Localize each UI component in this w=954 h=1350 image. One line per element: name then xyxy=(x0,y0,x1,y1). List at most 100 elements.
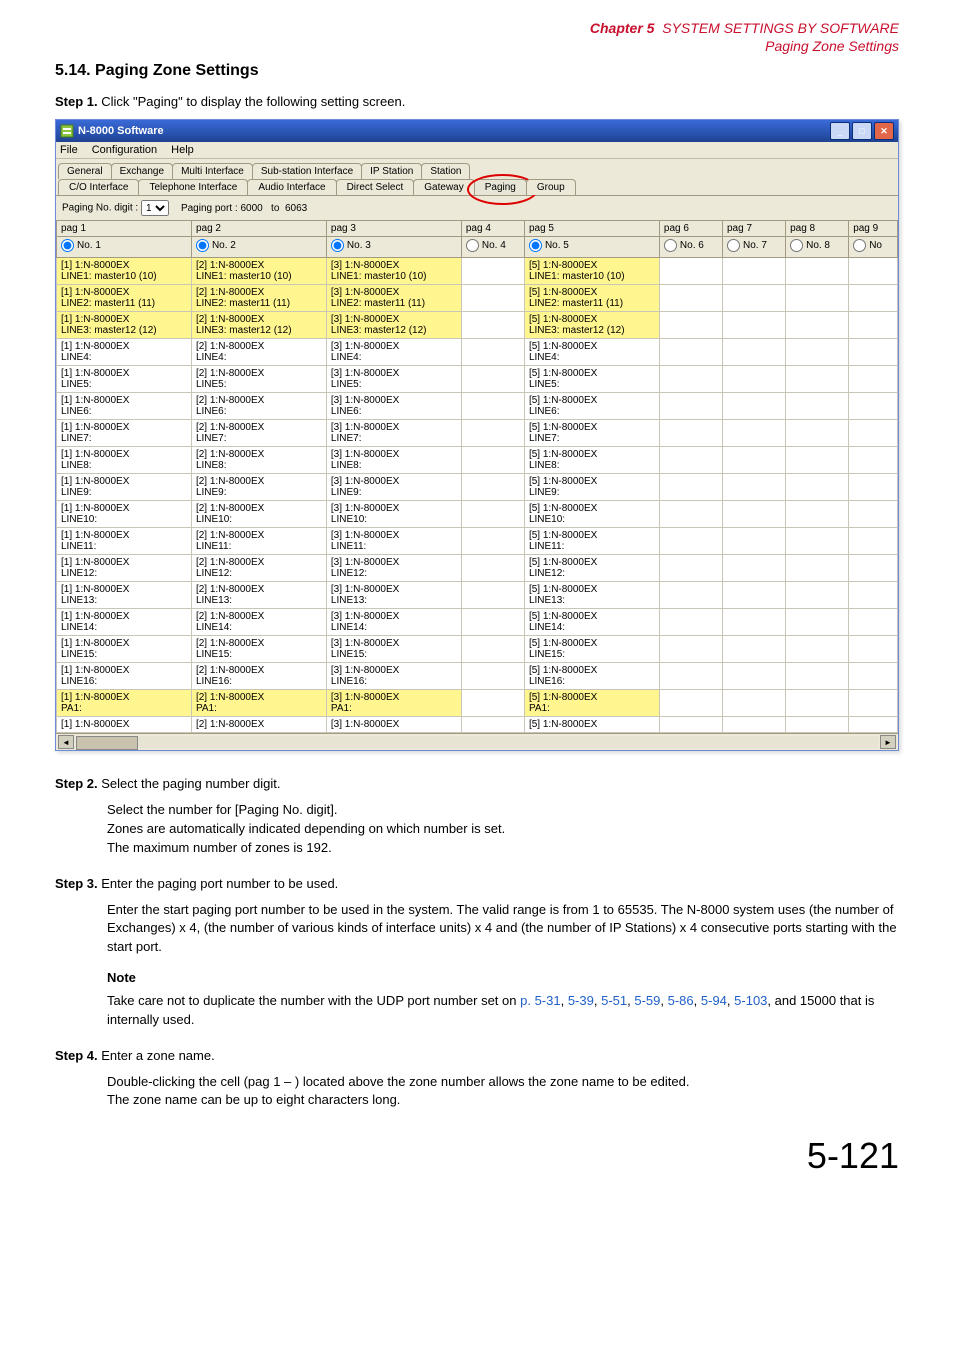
grid-cell[interactable]: [1] 1:N-8000EXLINE4: xyxy=(57,339,192,366)
grid-cell[interactable] xyxy=(786,528,849,555)
zone-radio-7[interactable] xyxy=(727,239,740,252)
grid-cell[interactable]: [5] 1:N-8000EXLINE13: xyxy=(524,582,659,609)
grid-cell[interactable]: [2] 1:N-8000EXLINE2: master11 (11) xyxy=(191,285,326,312)
grid-cell[interactable]: [5] 1:N-8000EXPA1: xyxy=(524,690,659,717)
grid-cell[interactable] xyxy=(461,528,524,555)
grid-cell[interactable] xyxy=(786,501,849,528)
grid-cell[interactable] xyxy=(461,501,524,528)
grid-cell[interactable] xyxy=(786,582,849,609)
grid-cell[interactable] xyxy=(786,258,849,285)
grid-cell[interactable] xyxy=(849,312,898,339)
grid-cell[interactable] xyxy=(849,528,898,555)
menu-help[interactable]: Help xyxy=(171,144,194,156)
grid-cell[interactable]: [2] 1:N-8000EXLINE16: xyxy=(191,663,326,690)
grid-cell[interactable] xyxy=(786,312,849,339)
grid-cell[interactable]: [2] 1:N-8000EXLINE9: xyxy=(191,474,326,501)
grid-cell[interactable]: [3] 1:N-8000EXLINE2: master11 (11) xyxy=(326,285,461,312)
grid-cell[interactable]: [3] 1:N-8000EXLINE15: xyxy=(326,636,461,663)
tab-telephone-interface[interactable]: Telephone Interface xyxy=(138,179,248,195)
grid-cell[interactable] xyxy=(786,663,849,690)
grid-cell[interactable]: [3] 1:N-8000EXLINE3: master12 (12) xyxy=(326,312,461,339)
zone-radio-8[interactable] xyxy=(790,239,803,252)
grid-cell[interactable] xyxy=(849,555,898,582)
link-p539[interactable]: 5-39 xyxy=(568,993,594,1008)
grid-cell[interactable]: [3] 1:N-8000EXLINE5: xyxy=(326,366,461,393)
grid-cell[interactable] xyxy=(461,312,524,339)
grid-cell[interactable]: [5] 1:N-8000EXLINE4: xyxy=(524,339,659,366)
tab-substation-interface[interactable]: Sub-station Interface xyxy=(252,163,362,179)
grid-cell[interactable] xyxy=(723,285,786,312)
window-minimize-button[interactable]: _ xyxy=(830,122,850,140)
grid-cell[interactable]: [5] 1:N-8000EXLINE1: master10 (10) xyxy=(524,258,659,285)
grid-cell[interactable] xyxy=(659,582,722,609)
scroll-thumb[interactable] xyxy=(76,736,138,750)
grid-cell[interactable]: [1] 1:N-8000EXLINE6: xyxy=(57,393,192,420)
grid-cell[interactable]: [1] 1:N-8000EXLINE10: xyxy=(57,501,192,528)
grid-cell[interactable] xyxy=(849,474,898,501)
grid-cell[interactable]: [2] 1:N-8000EXLINE5: xyxy=(191,366,326,393)
window-close-button[interactable]: ✕ xyxy=(874,122,894,140)
tab-multi-interface[interactable]: Multi Interface xyxy=(172,163,253,179)
grid-cell[interactable]: [3] 1:N-8000EXLINE12: xyxy=(326,555,461,582)
grid-cell[interactable] xyxy=(659,717,722,733)
tab-co-interface[interactable]: C/O Interface xyxy=(58,179,139,195)
zone-radio-4[interactable] xyxy=(466,239,479,252)
grid-cell[interactable] xyxy=(723,312,786,339)
grid-cell[interactable] xyxy=(659,420,722,447)
grid-cell[interactable] xyxy=(723,501,786,528)
grid-cell[interactable]: [5] 1:N-8000EXLINE9: xyxy=(524,474,659,501)
grid-cell[interactable] xyxy=(659,285,722,312)
menu-configuration[interactable]: Configuration xyxy=(92,144,157,156)
grid-cell[interactable] xyxy=(723,528,786,555)
grid-cell[interactable]: [1] 1:N-8000EXLINE8: xyxy=(57,447,192,474)
link-p5103[interactable]: 5-103 xyxy=(734,993,767,1008)
grid-cell[interactable]: [2] 1:N-8000EXLINE4: xyxy=(191,339,326,366)
grid-cell[interactable]: [1] 1:N-8000EXLINE3: master12 (12) xyxy=(57,312,192,339)
grid-cell[interactable]: [5] 1:N-8000EXLINE8: xyxy=(524,447,659,474)
grid-cell[interactable] xyxy=(786,339,849,366)
grid-cell[interactable]: [5] 1:N-8000EXLINE3: master12 (12) xyxy=(524,312,659,339)
grid-cell[interactable]: [3] 1:N-8000EXLINE1: master10 (10) xyxy=(326,258,461,285)
zone-radio-9[interactable] xyxy=(853,239,866,252)
grid-cell[interactable] xyxy=(659,258,722,285)
grid-cell[interactable] xyxy=(849,717,898,733)
grid-cell[interactable] xyxy=(461,717,524,733)
grid-cell[interactable]: [3] 1:N-8000EXLINE14: xyxy=(326,609,461,636)
grid-cell[interactable]: [5] 1:N-8000EXLINE10: xyxy=(524,501,659,528)
grid-cell[interactable]: [5] 1:N-8000EXLINE5: xyxy=(524,366,659,393)
grid-cell[interactable] xyxy=(849,690,898,717)
grid-cell[interactable] xyxy=(723,663,786,690)
grid-cell[interactable]: [1] 1:N-8000EXLINE2: master11 (11) xyxy=(57,285,192,312)
tab-station[interactable]: Station xyxy=(421,163,470,179)
grid-cell[interactable]: [5] 1:N-8000EXLINE7: xyxy=(524,420,659,447)
grid-cell[interactable]: [2] 1:N-8000EXLINE14: xyxy=(191,609,326,636)
grid-cell[interactable] xyxy=(461,285,524,312)
grid-cell[interactable]: [3] 1:N-8000EXLINE10: xyxy=(326,501,461,528)
grid-cell[interactable] xyxy=(849,609,898,636)
window-maximize-button[interactable]: □ xyxy=(852,122,872,140)
grid-cell[interactable] xyxy=(659,393,722,420)
zone-radio-3[interactable] xyxy=(331,239,344,252)
link-p594[interactable]: 5-94 xyxy=(701,993,727,1008)
grid-cell[interactable] xyxy=(659,366,722,393)
grid-cell[interactable]: [2] 1:N-8000EXLINE6: xyxy=(191,393,326,420)
zone-radio-5[interactable] xyxy=(529,239,542,252)
grid-cell[interactable]: [1] 1:N-8000EXPA1: xyxy=(57,690,192,717)
grid-cell[interactable] xyxy=(849,258,898,285)
grid-cell[interactable] xyxy=(786,636,849,663)
grid-cell[interactable] xyxy=(786,285,849,312)
grid-cell[interactable] xyxy=(723,690,786,717)
grid-cell[interactable] xyxy=(659,555,722,582)
tab-paging[interactable]: Paging xyxy=(474,179,527,195)
grid-cell[interactable]: [1] 1:N-8000EXLINE14: xyxy=(57,609,192,636)
zone-radio-1[interactable] xyxy=(61,239,74,252)
zone-radio-2[interactable] xyxy=(196,239,209,252)
grid-cell[interactable] xyxy=(723,609,786,636)
grid-cell[interactable]: [2] 1:N-8000EXPA1: xyxy=(191,690,326,717)
grid-cell[interactable] xyxy=(659,528,722,555)
grid-cell[interactable]: [2] 1:N-8000EXLINE10: xyxy=(191,501,326,528)
grid-cell[interactable]: [2] 1:N-8000EXLINE15: xyxy=(191,636,326,663)
grid-cell[interactable] xyxy=(461,474,524,501)
tab-audio-interface[interactable]: Audio Interface xyxy=(247,179,336,195)
grid-cell[interactable] xyxy=(723,393,786,420)
